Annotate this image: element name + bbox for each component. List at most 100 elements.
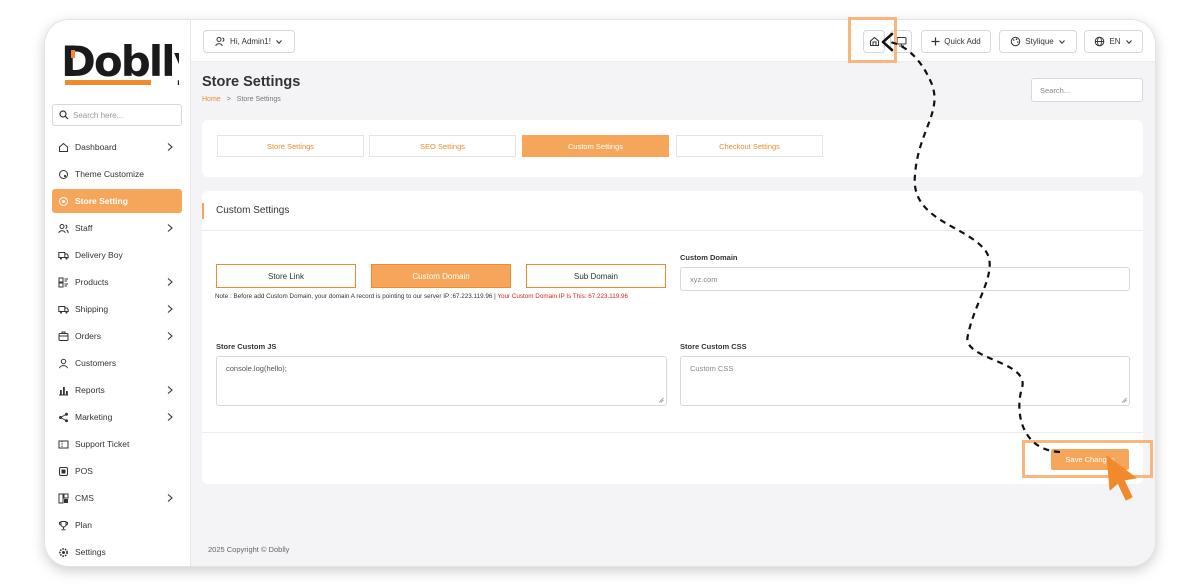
tab-custom-settings[interactable]: Custom Settings [522,135,669,157]
custom-domain-label: Custom Domain [680,253,738,262]
copyright-text: 2025 Copyright © Doblly [208,545,290,554]
sidebar-item-plan[interactable]: Plan [52,513,182,537]
page-title: Store Settings [202,74,301,90]
sidebar-item-label: Theme Customize [75,169,144,179]
page-search-input[interactable]: Search... [1031,78,1143,102]
sidebar-item-label: Orders [75,331,101,341]
sidebar-item-support-ticket[interactable]: Support Ticket [52,432,182,456]
breadcrumb-home-link[interactable]: Home [202,96,221,103]
resize-handle-icon[interactable] [1121,397,1127,403]
store-link-button[interactable]: Store Link [216,264,356,288]
sidebar-item-staff[interactable]: Staff [52,216,182,240]
user-icon [59,358,68,368]
page-search-placeholder: Search... [1040,85,1071,95]
sidebar-item-customers[interactable]: Customers [52,351,182,375]
tab-store-settings[interactable]: Store Settings [217,135,364,157]
chevron-right-icon [167,224,173,232]
sidebar-item-dashboard[interactable]: Dashboard [52,135,182,159]
custom-css-textarea[interactable]: Custom CSS [680,356,1130,406]
sidebar-item-products[interactable]: Products [52,270,182,294]
sidebar-item-label: Store Setting [75,196,128,206]
sidebar-item-store-setting[interactable]: Store Setting [52,189,182,213]
sidebar-item-label: Support Ticket [75,439,130,449]
sidebar-nav: Dashboard Theme Customize Store Setting … [52,135,182,566]
custom-css-label: Store Custom CSS [680,342,747,351]
chevron-right-icon [167,332,173,340]
sidebar-item-label: Settings [75,547,106,557]
chevron-down-icon [1125,39,1132,44]
sidebar-item-label: Staff [75,223,93,233]
quick-add-button[interactable]: Quick Add [921,30,991,53]
search-icon [59,110,69,120]
user-menu-button[interactable]: Hi, Admin1! [203,30,295,53]
domain-note-text: Note : Before add Custom Domain, your do… [215,293,496,300]
theme-select-button[interactable]: Stylique [999,30,1077,53]
sidebar: Doblly Search here... Dashboard Theme Cu… [45,20,203,566]
tab-checkout-settings[interactable]: Checkout Settings [676,135,823,157]
card-footer: Save Changes [202,432,1143,484]
sidebar-item-theme-customize[interactable]: Theme Customize [52,162,182,186]
chevron-down-icon [1058,39,1065,44]
chevron-right-icon [167,305,173,313]
share-icon [59,412,68,422]
app-window: Doblly Search here... Dashboard Theme Cu… [45,20,1155,566]
card-header-accent [202,203,204,219]
sidebar-item-label: Shipping [75,304,109,314]
tab-seo-settings[interactable]: SEO Settings [369,135,516,157]
highlight-box-store-icon [848,17,897,63]
chevron-right-icon [167,494,173,502]
gear-icon [59,547,68,557]
card-header: Custom Settings [202,191,1143,231]
custom-domain-placeholder: xyz.com [690,275,718,284]
trophy-icon [59,520,68,530]
doblly-logo[interactable]: Doblly [61,30,203,92]
chevron-right-icon [167,386,173,394]
theme-label: Stylique [1025,37,1054,46]
plus-icon [931,37,940,46]
truck-icon [58,251,69,260]
topbar: Hi, Admin1! Quick Add Stylique EN [191,20,1155,62]
custom-css-placeholder: Custom CSS [690,364,734,373]
user-greeting: Hi, Admin1! [230,37,271,46]
highlight-box-save-button [1022,440,1153,478]
custom-js-value: console.log(hello); [226,364,287,373]
custom-js-textarea[interactable]: console.log(hello); [216,356,667,406]
sidebar-item-delivery-boy[interactable]: Delivery Boy [52,243,182,267]
custom-domain-button[interactable]: Custom Domain [371,264,511,288]
resize-handle-icon[interactable] [658,397,664,403]
globe-icon [1095,36,1105,47]
svg-text:Doblly: Doblly [61,37,179,86]
sidebar-item-label: Marketing [75,412,113,422]
pos-icon [896,37,906,47]
sidebar-search-input[interactable]: Search here... [52,104,182,126]
sidebar-item-reports[interactable]: Reports [52,378,182,402]
tag-icon [58,277,68,287]
home-icon [59,142,68,152]
sidebar-item-cms[interactable]: CMS [52,486,182,510]
custom-settings-card: Custom Settings Store Link Custom Domain… [202,191,1143,484]
chevron-right-icon [167,143,173,151]
box-icon [58,331,69,341]
domain-note-ip: Your Custom Domain IP Is This: 67.223.11… [497,293,629,300]
cms-icon [58,493,69,503]
sidebar-item-settings[interactable]: Settings [52,540,182,564]
sidebar-item-marketing[interactable]: Marketing [52,405,182,429]
language-label: EN [1109,37,1121,46]
sidebar-item-label: Delivery Boy [75,250,123,260]
users-icon [215,37,225,47]
sidebar-item-label: CMS [75,493,94,503]
sidebar-item-pos[interactable]: POS [52,459,182,483]
sidebar-item-orders[interactable]: Orders [52,324,182,348]
sub-domain-button[interactable]: Sub Domain [526,264,666,288]
language-select-button[interactable]: EN [1084,30,1143,53]
palette-icon [1011,36,1021,47]
breadcrumb: Home > Store Settings [202,96,281,103]
pos-icon [59,466,68,476]
users-icon [58,223,69,233]
breadcrumb-separator: > [226,96,231,103]
sidebar-item-label: Plan [75,520,93,530]
sidebar-item-label: Dashboard [75,142,117,152]
truck-icon [58,305,69,314]
custom-domain-input[interactable]: xyz.com [680,267,1130,291]
sidebar-item-shipping[interactable]: Shipping [52,297,182,321]
